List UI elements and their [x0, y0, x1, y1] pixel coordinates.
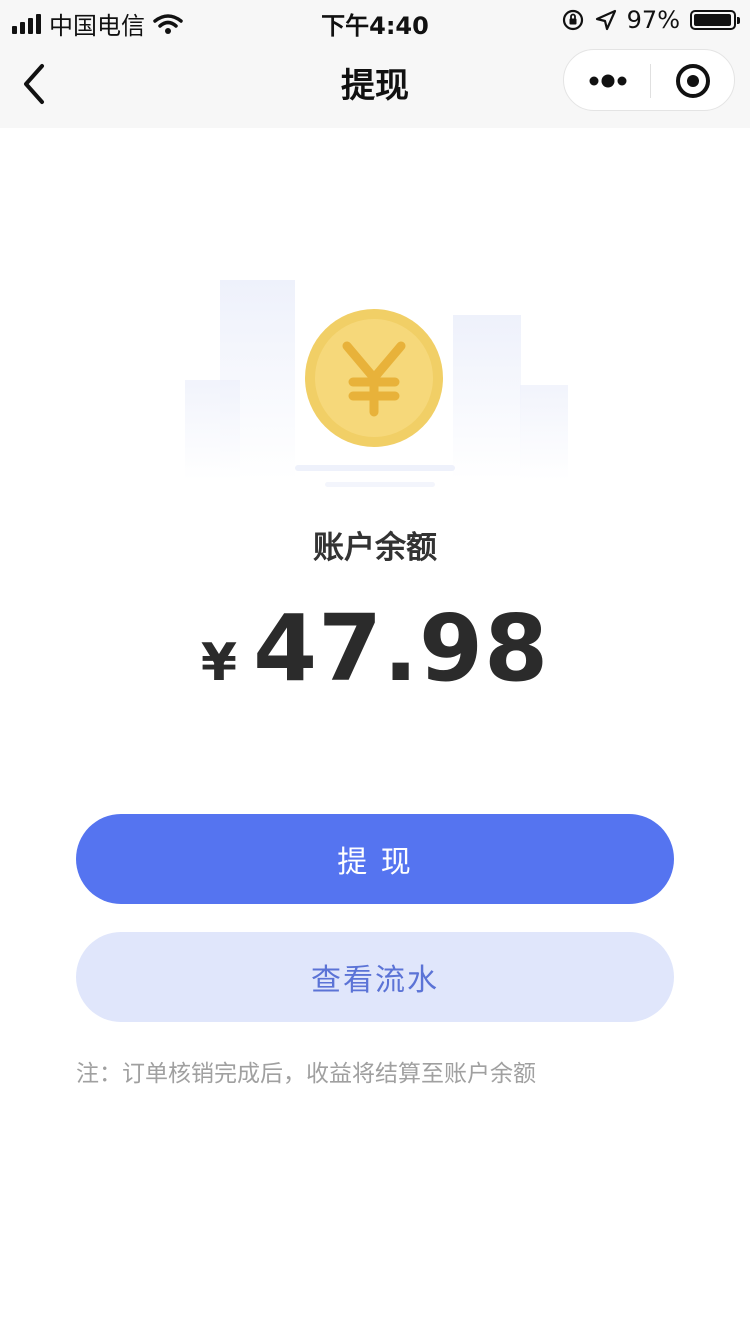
withdraw-button[interactable]: 提 现: [76, 814, 674, 904]
back-button[interactable]: [14, 60, 58, 108]
balance-amount: 47.98: [253, 595, 550, 702]
view-transactions-button[interactable]: 查看流水: [76, 932, 674, 1022]
battery-percent: 97%: [626, 6, 680, 34]
settlement-note: 注：订单核销完成后，收益将结算至账户余额: [76, 1061, 536, 1087]
close-button[interactable]: [651, 50, 735, 110]
orientation-lock-icon: [562, 9, 583, 31]
chevron-left-icon: [24, 64, 44, 104]
status-bar: 中国电信 下午4:40 97%: [0, 0, 750, 40]
coin-illustration: [185, 280, 568, 487]
balance-amount-row: ¥ 47.98: [0, 595, 750, 702]
status-right: 97%: [561, 6, 740, 34]
target-circle-icon: [676, 64, 710, 98]
balance-label: 账户余额: [313, 530, 437, 566]
nav-bar: 提现: [0, 40, 750, 128]
mini-program-capsule: [563, 49, 735, 111]
more-dots-icon: [589, 74, 627, 88]
yuan-coin-icon: [305, 309, 443, 447]
more-button[interactable]: [564, 50, 650, 110]
battery-icon: [690, 10, 740, 30]
view-transactions-label: 查看流水: [311, 963, 439, 998]
location-arrow-icon: [595, 9, 616, 31]
withdraw-button-label: 提 现: [337, 845, 413, 880]
currency-symbol: ¥: [200, 633, 238, 693]
